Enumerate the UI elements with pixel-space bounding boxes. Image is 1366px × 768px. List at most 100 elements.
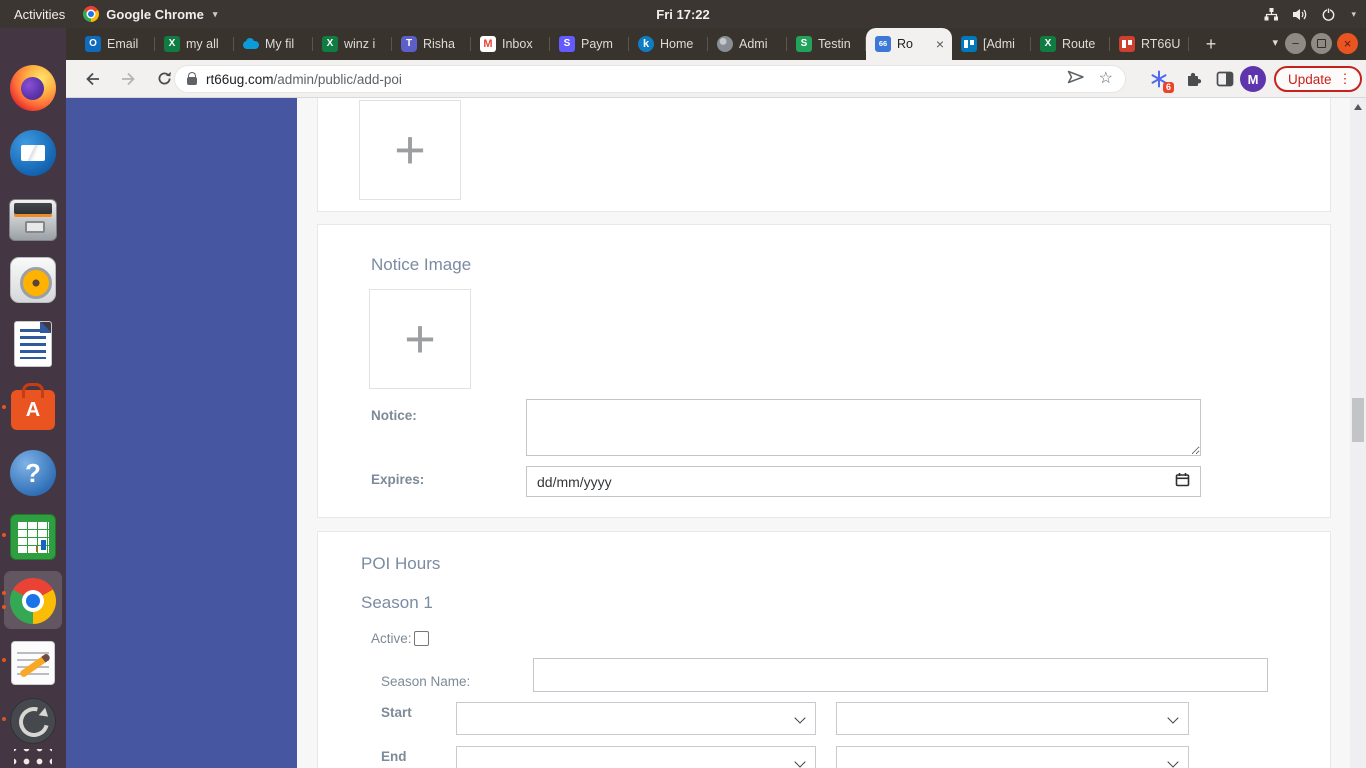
add-notice-image-button[interactable]: + [369, 289, 471, 389]
tab-label: Route [1062, 37, 1096, 51]
back-button[interactable] [78, 65, 106, 93]
tab-email[interactable]: O Email [76, 28, 155, 60]
system-top-bar: Activities Google Chrome ▾ Fri 17:22 ▾ [0, 0, 1366, 28]
tab-inbox[interactable]: M Inbox [471, 28, 550, 60]
tab-label: Ro [897, 37, 913, 51]
plus-icon: + [394, 120, 426, 180]
tab-winz[interactable]: Xwinz i [313, 28, 392, 60]
caret-down-icon[interactable]: ▾ [1351, 9, 1356, 20]
active-checkbox[interactable] [414, 631, 429, 646]
notepad-pencil-icon [11, 641, 55, 685]
activities-button[interactable]: Activities [14, 7, 65, 22]
route66-icon: 66 [875, 36, 891, 52]
dock-item-calc[interactable] [9, 513, 57, 561]
tab-admin[interactable]: Admi [708, 28, 787, 60]
new-tab-button[interactable]: + [1197, 30, 1225, 58]
send-to-device-icon[interactable] [1067, 70, 1085, 89]
dock-item-software[interactable]: A [9, 383, 57, 431]
tab-route[interactable]: X Route [1031, 28, 1110, 60]
network-icon[interactable] [1264, 7, 1279, 22]
tab-label: Testin [818, 37, 851, 51]
outlook-icon: O [85, 36, 101, 52]
plus-icon: + [404, 309, 436, 369]
running-indicator [2, 405, 6, 409]
tab-risha[interactable]: T Risha [392, 28, 471, 60]
dock-item-help[interactable]: ? [9, 449, 57, 497]
tab-admin-board[interactable]: [Admi [952, 28, 1031, 60]
end-month-select[interactable] [456, 746, 816, 768]
calendar-icon[interactable] [1175, 472, 1190, 492]
dock-item-rhythmbox[interactable] [9, 256, 57, 304]
power-icon[interactable] [1321, 7, 1336, 22]
dock-item-chrome[interactable] [9, 577, 57, 625]
tab-search-chevron-icon[interactable]: ▾ [1272, 36, 1278, 49]
extension-snowflake-icon[interactable]: 6 [1146, 66, 1174, 93]
url-text[interactable]: rt66ug.com/admin/public/add-poi [206, 72, 1058, 87]
running-indicator [2, 533, 6, 537]
focused-app-menu[interactable]: Google Chrome ▾ [83, 6, 217, 22]
close-window-button[interactable]: × [1337, 33, 1358, 54]
bookmark-star-icon[interactable]: ☆ [1099, 71, 1113, 87]
tab-label: Risha [423, 37, 455, 51]
address-bar[interactable]: rt66ug.com/admin/public/add-poi ☆ [174, 65, 1126, 93]
maximize-button[interactable] [1311, 33, 1332, 54]
side-panel-icon[interactable] [1212, 66, 1238, 92]
volume-icon[interactable] [1292, 7, 1308, 22]
menu-dots-icon: ⋮ [1338, 71, 1352, 86]
tab-rt66[interactable]: RT66U [1110, 28, 1189, 60]
scrollbar-thumb[interactable] [1352, 398, 1364, 442]
minimize-button[interactable]: − [1285, 33, 1306, 54]
forward-button[interactable] [114, 65, 142, 93]
globe-icon [717, 36, 733, 52]
add-image-button[interactable]: + [359, 100, 461, 200]
start-label: Start [381, 705, 412, 720]
poi-hours-card: POI Hours Season 1 Active: Season Name: … [317, 531, 1331, 768]
updater-arrow-icon [10, 698, 56, 744]
chevron-down-icon [794, 756, 806, 768]
admin-sidebar [66, 98, 297, 768]
dock-item-thunderbird[interactable] [9, 129, 57, 177]
excel-icon: X [164, 36, 180, 52]
poi-hours-title: POI Hours [361, 554, 441, 573]
dock-item-notes[interactable] [9, 639, 57, 687]
teams-icon: T [401, 36, 417, 52]
file-cabinet-icon [9, 199, 57, 241]
start-day-select[interactable] [836, 702, 1189, 735]
close-tab-icon[interactable]: × [934, 37, 946, 51]
expires-date-input[interactable]: dd/mm/yyyy [526, 466, 1201, 497]
url-path: /admin/public/add-poi [273, 71, 402, 87]
tab-my-files[interactable]: My fil [234, 28, 313, 60]
profile-avatar[interactable]: M [1240, 66, 1266, 92]
tab-testing[interactable]: S Testin [787, 28, 866, 60]
tab-my-all[interactable]: Xmy all [155, 28, 234, 60]
chevron-down-icon [1167, 712, 1179, 724]
update-chrome-button[interactable]: Update ⋮ [1274, 66, 1362, 92]
notice-textarea[interactable] [526, 399, 1201, 456]
expires-label: Expires: [371, 472, 425, 487]
tab-route66-active[interactable]: 66 Ro × [866, 28, 952, 60]
clock[interactable]: Fri 17:22 [656, 7, 709, 22]
desktop: Activities Google Chrome ▾ Fri 17:22 ▾ A… [0, 0, 1366, 768]
software-bag-icon: A [11, 383, 55, 430]
tab-label: Inbox [502, 37, 533, 51]
dock-item-writer[interactable] [9, 320, 57, 368]
chevron-down-icon [1167, 756, 1179, 768]
caret-down-icon: ▾ [212, 8, 218, 19]
tab-home[interactable]: k Home [629, 28, 708, 60]
chevron-down-icon [794, 712, 806, 724]
tab-payments[interactable]: S Paym [550, 28, 629, 60]
show-applications-button[interactable] [9, 744, 57, 768]
scroll-up-arrow[interactable] [1354, 104, 1362, 110]
extensions-puzzle-icon[interactable] [1180, 66, 1206, 92]
dock-item-firefox[interactable] [9, 64, 57, 112]
letter-k-icon: k [638, 36, 654, 52]
page-scrollbar[interactable] [1350, 98, 1366, 768]
lock-icon[interactable] [187, 72, 197, 85]
dock-item-files[interactable] [9, 194, 57, 242]
update-label: Update [1288, 71, 1332, 87]
end-day-select[interactable] [836, 746, 1189, 768]
start-month-select[interactable] [456, 702, 816, 735]
season-name-input[interactable] [533, 658, 1268, 692]
dock-item-updater[interactable] [9, 697, 57, 745]
writer-document-icon [14, 321, 52, 367]
